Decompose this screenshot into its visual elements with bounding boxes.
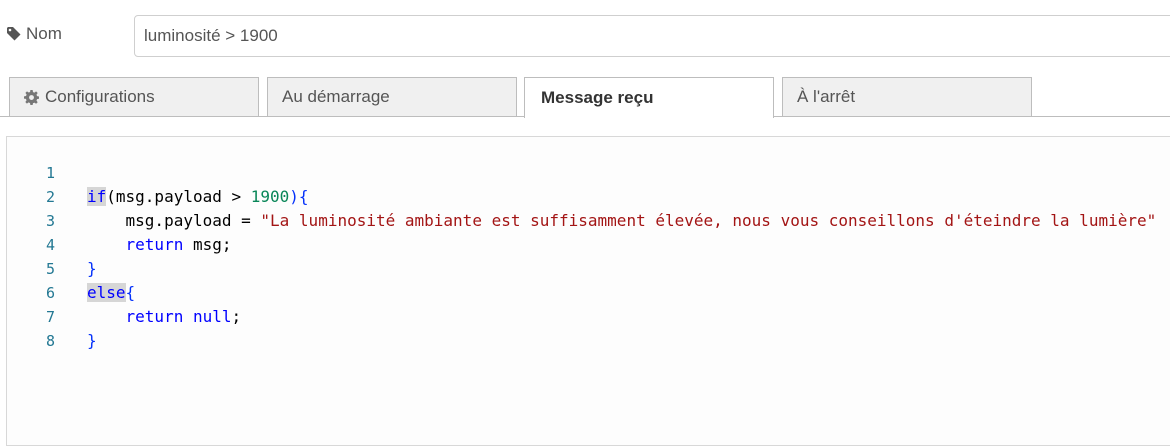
tab-message-recu-label: Message reçu — [541, 88, 654, 107]
tab-message-recu[interactable]: Message reçu — [524, 77, 774, 118]
keyword: return — [125, 307, 184, 326]
code-text: { — [125, 283, 136, 302]
string-literal: "La luminosité ambiante est suffisamment… — [260, 211, 1157, 230]
code-line: 1 if(msg.payload > 1900){ — [7, 137, 309, 206]
tab-a-l-arret-label: À l'arrêt — [797, 87, 856, 106]
name-label-text: Nom — [26, 24, 62, 43]
code-text: } — [87, 259, 97, 278]
code-line: 7 } — [7, 281, 97, 350]
code-line: 2 msg.payload = "La luminosité ambiante … — [7, 161, 1156, 230]
code-text: ){ — [289, 187, 309, 206]
code-editor[interactable]: 1 if(msg.payload > 1900){ 2 msg.payload … — [6, 136, 1170, 446]
code-text: msg; — [183, 235, 232, 254]
code-line: 5 else{ — [7, 233, 135, 302]
code-text: msg.payload = — [125, 211, 261, 230]
tab-configurations[interactable]: Configurations — [9, 77, 259, 116]
code-line: 8 — [7, 305, 55, 350]
tab-a-l-arret[interactable]: À l'arrêt — [782, 77, 1032, 116]
keyword: else — [87, 283, 126, 302]
name-label: Nom — [6, 24, 62, 44]
number-literal: 1900 — [250, 187, 290, 206]
tab-au-demarrage[interactable]: Au démarrage — [267, 77, 517, 116]
tab-au-demarrage-label: Au démarrage — [282, 87, 390, 106]
tab-configurations-label: Configurations — [45, 87, 155, 106]
name-input[interactable] — [134, 15, 1170, 57]
keyword: if — [87, 187, 107, 206]
line-number: 8 — [45, 332, 55, 350]
keyword: null — [192, 307, 232, 326]
code-line: 3 return msg; — [7, 185, 232, 254]
tag-icon — [6, 26, 22, 42]
code-line: 6 return null; — [7, 257, 241, 326]
code-text: } — [87, 331, 97, 350]
keyword: return — [125, 235, 184, 254]
code-text: (msg.payload > — [106, 187, 251, 206]
name-row: Nom — [0, 0, 1170, 70]
code-line: 4 } — [7, 209, 97, 278]
code-text: ; — [231, 307, 242, 326]
gear-icon — [24, 89, 40, 105]
